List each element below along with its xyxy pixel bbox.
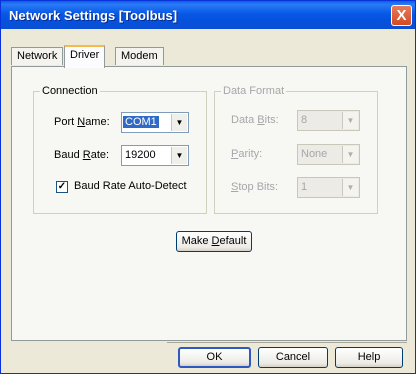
ok-button[interactable]: OK bbox=[178, 347, 251, 368]
tab-driver-label: Driver bbox=[70, 49, 100, 61]
tab-network[interactable]: Network bbox=[11, 47, 64, 65]
cancel-button[interactable]: Cancel bbox=[258, 347, 328, 368]
tab-modem-label: Modem bbox=[121, 50, 158, 62]
connection-group: Connection Port Name: COM1 ▼ Baud Rate: … bbox=[33, 85, 207, 214]
baud-rate-select[interactable]: 19200 ▼ bbox=[121, 145, 189, 166]
stop-bits-select[interactable]: 1 ▼ bbox=[297, 177, 360, 198]
chevron-down-icon: ▼ bbox=[342, 112, 358, 129]
data-bits-value: 8 bbox=[301, 114, 308, 126]
auto-detect-label[interactable]: Baud Rate Auto-Detect bbox=[74, 180, 187, 192]
chevron-down-icon: ▼ bbox=[342, 146, 358, 163]
dialog-window: Network Settings [Toolbus] X Network Dri… bbox=[0, 0, 416, 374]
baud-rate-label: Baud Rate: bbox=[54, 149, 110, 161]
chevron-down-icon: ▼ bbox=[342, 179, 358, 196]
parity-select[interactable]: None ▼ bbox=[297, 144, 360, 165]
stop-bits-value: 1 bbox=[301, 181, 308, 193]
title-bar[interactable]: Network Settings [Toolbus] X bbox=[1, 1, 415, 29]
make-default-button[interactable]: Make Default bbox=[176, 231, 252, 252]
check-icon: ✓ bbox=[57, 181, 67, 192]
port-name-value: COM1 bbox=[123, 116, 159, 128]
dialog-button-bar: OK Cancel Help bbox=[167, 342, 407, 369]
stop-bits-label: Stop Bits: bbox=[231, 181, 279, 193]
tab-modem[interactable]: Modem bbox=[115, 47, 164, 65]
data-bits-label: Data Bits: bbox=[231, 114, 279, 126]
window-title: Network Settings [Toolbus] bbox=[9, 8, 178, 23]
tab-network-label: Network bbox=[17, 50, 58, 62]
chevron-down-icon[interactable]: ▼ bbox=[171, 147, 187, 164]
connection-group-title: Connection bbox=[40, 85, 100, 97]
port-name-select[interactable]: COM1 ▼ bbox=[121, 112, 189, 133]
port-name-label: Port Name: bbox=[54, 116, 110, 128]
baud-rate-value: 19200 bbox=[125, 149, 156, 161]
tab-driver[interactable]: Driver bbox=[64, 45, 106, 68]
auto-detect-checkbox[interactable]: ✓ bbox=[56, 181, 68, 193]
parity-value: None bbox=[301, 148, 328, 160]
data-format-group-title: Data Format bbox=[221, 85, 287, 97]
driver-tab-panel: Connection Port Name: COM1 ▼ Baud Rate: … bbox=[11, 66, 407, 341]
data-format-group: Data Format Data Bits: 8 ▼ Parity: None … bbox=[214, 85, 378, 214]
chevron-down-icon[interactable]: ▼ bbox=[171, 114, 187, 131]
close-button[interactable]: X bbox=[391, 5, 412, 26]
close-icon: X bbox=[396, 7, 407, 24]
data-bits-select[interactable]: 8 ▼ bbox=[297, 110, 360, 131]
help-button[interactable]: Help bbox=[335, 347, 403, 368]
parity-label: Parity: bbox=[231, 148, 263, 160]
